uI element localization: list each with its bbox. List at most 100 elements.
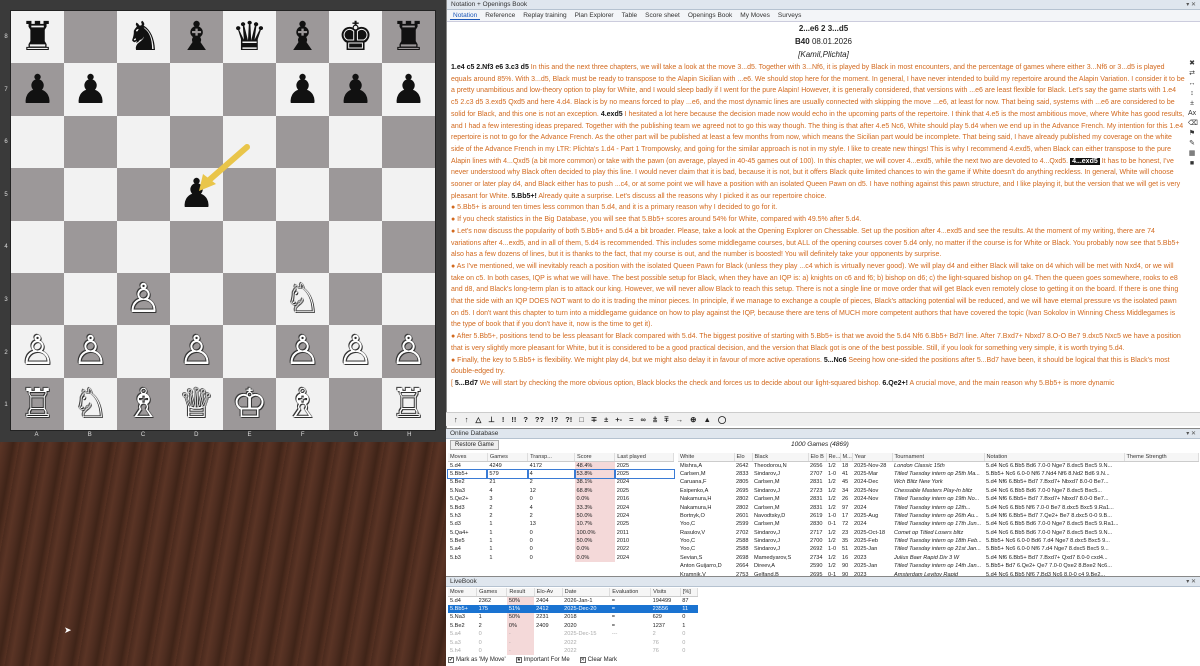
- column-header[interactable]: Move: [448, 588, 478, 597]
- eval-symbol-button[interactable]: ??: [535, 415, 544, 424]
- eval-symbol-button[interactable]: △: [476, 415, 482, 424]
- square-c3[interactable]: ♙: [117, 272, 170, 326]
- toolbar-icon[interactable]: ✖: [1188, 60, 1196, 68]
- black-piece-icon[interactable]: ♟: [20, 70, 56, 110]
- moves-row[interactable]: 5.Be5 1 0 50.0% 2010: [448, 536, 674, 546]
- white-piece-icon[interactable]: ♙: [73, 331, 109, 371]
- game-row[interactable]: Bortnyk,O 2601 Navodtsky,D 2619 1-0 17 2025-Au…: [678, 512, 1198, 520]
- square-f7[interactable]: ♟: [276, 63, 329, 116]
- toolbar-icon[interactable]: ⇄: [1188, 70, 1196, 78]
- moves-row[interactable]: 5.Na3 4 12 68.8% 2025: [448, 486, 674, 495]
- game-row[interactable]: Mishra,A 2642 Theodorou,N 2656 1/2 18 2025-Nov…: [678, 461, 1198, 469]
- black-piece-icon[interactable]: ♝: [179, 17, 215, 57]
- square-d2[interactable]: ♙: [170, 325, 223, 378]
- eval-symbol-button[interactable]: ↑: [454, 415, 458, 424]
- window-controls[interactable]: ▾ ✕: [1186, 1, 1196, 8]
- white-piece-icon[interactable]: ♗: [285, 384, 321, 424]
- moves-row[interactable]: 5.Be2 21 2 38.1% 2024: [448, 478, 674, 487]
- moves-row[interactable]: 5.Qe2+ 3 0 0.0% 2016: [448, 494, 674, 504]
- square-b8[interactable]: [64, 11, 117, 64]
- column-header[interactable]: Year: [852, 453, 893, 462]
- square-g5[interactable]: [329, 168, 382, 221]
- square-c1[interactable]: ♗: [117, 377, 170, 430]
- square-e5[interactable]: [223, 168, 276, 221]
- white-piece-icon[interactable]: ♙: [338, 331, 374, 371]
- square-c6[interactable]: [117, 115, 170, 169]
- tab-my-moves[interactable]: My Moves: [737, 11, 773, 20]
- eval-symbol-button[interactable]: ↑: [465, 415, 469, 424]
- square-d8[interactable]: ♝: [170, 11, 223, 64]
- square-h3[interactable]: [382, 272, 435, 326]
- square-g3[interactable]: [329, 272, 382, 326]
- square-f6[interactable]: [276, 115, 329, 169]
- game-row[interactable]: Yoo,C 2588 Sindarov,J 2700 1/2 35 2025-Feb Titl…: [678, 537, 1198, 545]
- eval-symbol-button[interactable]: ⊥: [488, 415, 495, 424]
- column-header[interactable]: Games: [476, 588, 508, 597]
- white-piece-icon[interactable]: ♕: [179, 384, 215, 424]
- livebook-row[interactable]: 5.a3 0 - 2022 76 0: [448, 638, 698, 647]
- white-piece-icon[interactable]: ♙: [179, 331, 215, 371]
- column-header[interactable]: Notation: [984, 453, 1125, 462]
- square-e6[interactable]: [223, 115, 276, 169]
- square-f1[interactable]: ♗: [276, 377, 329, 430]
- square-b2[interactable]: ♙: [64, 325, 117, 378]
- eval-symbol-button[interactable]: →: [676, 415, 684, 424]
- column-header[interactable]: Elo-Av: [534, 588, 563, 597]
- tab-reference[interactable]: Reference: [482, 11, 518, 20]
- square-h6[interactable]: [382, 115, 435, 169]
- column-header[interactable]: Result: [506, 588, 535, 597]
- move-bb5[interactable]: 5.Bb5+!: [511, 193, 536, 200]
- eval-symbol-button[interactable]: !!: [511, 415, 516, 424]
- eval-symbol-button[interactable]: =: [629, 415, 633, 424]
- black-piece-icon[interactable]: ♝: [285, 17, 321, 57]
- column-header[interactable]: M...: [840, 453, 853, 462]
- moves-row[interactable]: 5.b3 1 0 0.0% 2024: [448, 553, 674, 563]
- toolbar-icon[interactable]: ✎: [1188, 140, 1196, 148]
- square-b3[interactable]: [64, 272, 117, 326]
- square-f8[interactable]: ♝: [276, 11, 329, 64]
- white-piece-icon[interactable]: ♙: [285, 331, 321, 371]
- eval-symbol-button[interactable]: +-: [615, 415, 622, 424]
- square-a3[interactable]: [11, 272, 64, 326]
- star-button[interactable]: ★ Important For Me: [515, 657, 570, 663]
- toolbar-icon[interactable]: ⚑: [1188, 130, 1196, 138]
- square-f4[interactable]: [276, 220, 329, 273]
- square-f5[interactable]: [276, 168, 329, 221]
- toolbar-icon[interactable]: Ax: [1188, 110, 1196, 118]
- square-d4[interactable]: [170, 220, 223, 273]
- black-piece-icon[interactable]: ♞: [126, 17, 162, 57]
- column-header[interactable]: White: [678, 453, 735, 462]
- notation-text[interactable]: 1.e4 c5 2.Nf3 e6 3.c3 d5 In this and the…: [451, 62, 1185, 412]
- square-a7[interactable]: ♟: [11, 63, 64, 116]
- move-nc6[interactable]: 5...Nc6: [824, 357, 847, 364]
- tab-table[interactable]: Table: [619, 11, 641, 20]
- square-b1[interactable]: ♘: [64, 377, 117, 430]
- restore-game-button[interactable]: Restore Game: [450, 440, 500, 450]
- square-h8[interactable]: ♜: [382, 11, 435, 64]
- game-row[interactable]: Yoo,C 2588 Sindarov,J 2692 1-0 51 2025-Jan Titl…: [678, 545, 1198, 553]
- square-g7[interactable]: ♟: [329, 63, 382, 116]
- black-piece-icon[interactable]: ♚: [338, 17, 374, 57]
- move-exd5[interactable]: 4.exd5: [601, 111, 623, 118]
- move-sequence[interactable]: 1.e4 c5 2.Nf3 e6 3.c3 d5: [451, 64, 529, 71]
- eval-symbol-button[interactable]: ▲: [703, 415, 710, 424]
- column-header[interactable]: Tournament: [892, 453, 985, 462]
- square-g4[interactable]: [329, 220, 382, 273]
- livebook-row[interactable]: 5.Be2 2 0% 2409 2020 = 1237 1: [448, 621, 698, 630]
- move-qe2[interactable]: 6.Qe2+!: [882, 380, 908, 387]
- moves-row[interactable]: 5.Qa4+ 1 0 100.0% 2011: [448, 528, 674, 537]
- square-e3[interactable]: [223, 272, 276, 326]
- square-b7[interactable]: ♟: [64, 63, 117, 116]
- game-row[interactable]: Anton Guijarro,D 2664 Direev,A 2590 1/2 90 202…: [678, 562, 1198, 570]
- square-h7[interactable]: ♟: [382, 63, 435, 116]
- square-b6[interactable]: [64, 115, 117, 169]
- column-header[interactable]: Last played: [614, 453, 674, 462]
- square-c7[interactable]: [117, 63, 170, 116]
- black-piece-icon[interactable]: ♟: [391, 70, 427, 110]
- eval-symbol-button[interactable]: □: [579, 415, 584, 424]
- window-controls[interactable]: ▾ ✕: [1186, 430, 1196, 437]
- tab-notation[interactable]: Notation: [450, 11, 481, 20]
- square-f3[interactable]: ♘: [276, 272, 329, 326]
- square-b4[interactable]: [64, 220, 117, 273]
- moves-row[interactable]: 5.Bb5+ 579 4 53.8% 2025: [446, 468, 675, 480]
